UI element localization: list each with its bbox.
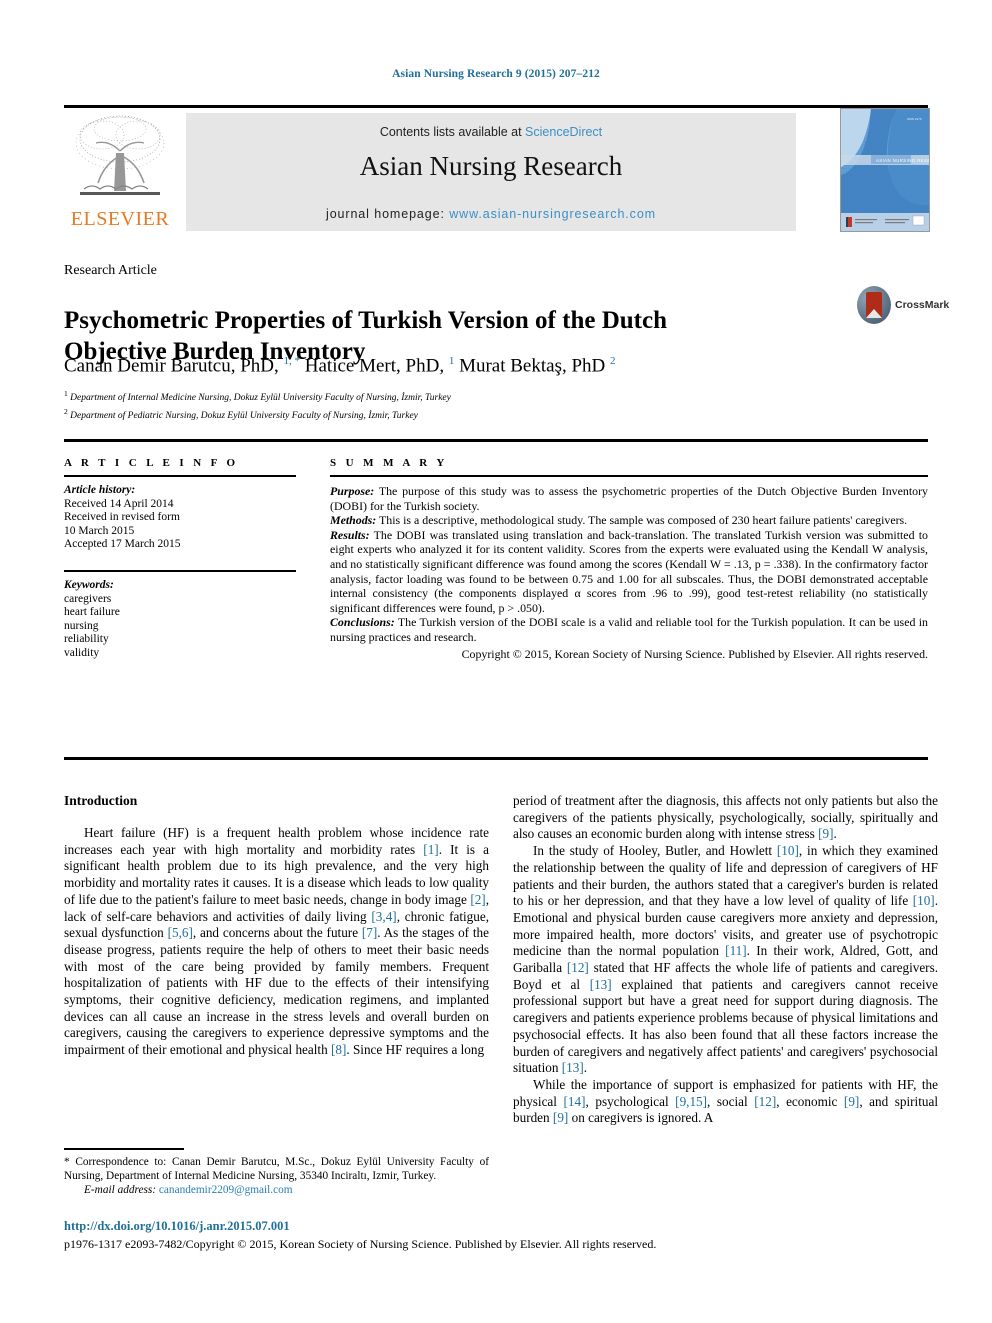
citation-ref[interactable]: [14] [564,1094,586,1109]
citation-ref[interactable]: [10] [913,893,935,908]
citation-ref[interactable]: [13] [590,977,612,992]
article-type: Research Article [64,263,157,278]
keywords-group: Keywords: caregivers heart failure nursi… [64,579,296,661]
elsevier-logo: ELSEVIER [64,113,176,231]
citation-ref[interactable]: [7] [362,925,377,940]
issn-copyright-line: p1976-1317 e2093-7482/Copyright © 2015, … [64,1237,657,1251]
citation-ref[interactable]: [9] [844,1094,859,1109]
article-info-column: A R T I C L E I N F O Article history: R… [64,457,296,661]
paper-page: Asian Nursing Research 9 (2015) 207–212 [0,0,992,1323]
masthead-panel: Contents lists available at ScienceDirec… [186,113,796,231]
sciencedirect-link[interactable]: ScienceDirect [525,125,602,139]
contents-line: Contents lists available at ScienceDirec… [186,125,796,139]
citation-ref[interactable]: [3,4] [371,909,396,924]
summary-copyright: Copyright © 2015, Korean Society of Nurs… [461,646,928,661]
citation-ref[interactable]: [2] [470,892,485,907]
summary-rule [330,475,928,477]
history-line: Received in revised form [64,511,180,524]
history-line: Received 14 April 2014 [64,497,174,510]
email-line: E-mail address: canandemir2209@gmail.com [64,1184,489,1196]
correspondence-footnote: * Correspondence to: Canan Demir Barutcu… [64,1148,489,1196]
email-link[interactable]: canandemir2209@gmail.com [159,1184,293,1196]
article-info-heading: A R T I C L E I N F O [64,457,239,469]
introduction-heading: Introduction [64,793,138,808]
body-paragraph: While the importance of support is empha… [513,1076,938,1126]
citation-ref[interactable]: [13] [562,1060,584,1075]
citation-ref[interactable]: [8] [331,1042,346,1057]
crossmark-icon [857,286,891,324]
summary-conclusions-label: Conclusions: [330,615,395,630]
summary-purpose-text: The purpose of this study was to assess … [330,484,928,513]
affiliation-1-text: Department of Internal Medicine Nursing,… [70,393,451,404]
citation-ref[interactable]: [1] [423,842,438,857]
correspondence-text: * Correspondence to: Canan Demir Barutcu… [64,1155,489,1182]
email-label: E-mail address: [84,1183,157,1196]
summary-column: S U M M A R Y Purpose: The purpose of th… [330,457,928,662]
body-paragraph: Heart failure (HF) is a frequent health … [64,825,489,1058]
keywords-rule [64,569,296,572]
citation-ref[interactable]: [9] [553,1110,568,1125]
info-block-bottom-rule [64,757,928,760]
homepage-url-link[interactable]: www.asian-nursingresearch.com [449,207,656,221]
summary-conclusions-text: The Turkish version of the DOBI scale is… [330,615,928,644]
history-line: 10 March 2015 [64,524,135,537]
citation-ref[interactable]: [12] [567,960,589,975]
keyword-item: caregivers [64,592,112,605]
crossmark-label: CrossMark [895,299,950,311]
body-paragraph: In the study of Hooley, Butler, and Howl… [513,843,939,1076]
affiliation-1: 1 Department of Internal Medicine Nursin… [64,389,451,404]
keyword-item: reliability [64,633,109,646]
keyword-item: nursing [64,619,99,632]
summary-methods-label: Methods: [330,513,377,528]
footnote-rule [64,1148,184,1150]
body-column-right: period of treatment after the diagnosis,… [513,793,938,1127]
journal-masthead: ELSEVIER Contents lists available at Sci… [64,105,930,233]
summary-purpose-label: Purpose: [330,484,375,498]
body-paragraph: period of treatment after the diagnosis,… [513,793,938,842]
citation-ref[interactable]: [10] [777,843,799,858]
running-head: Asian Nursing Research 9 (2015) 207–212 [392,68,600,80]
page-footer: http://dx.doi.org/10.1016/j.anr.2015.07.… [64,1219,928,1252]
keywords-label: Keywords: [64,578,114,591]
article-history-label: Article history: [64,484,136,496]
info-block-top-rule [64,439,928,442]
article-history: Article history: Received 14 April 2014 … [64,484,296,552]
citation-ref[interactable]: [11] [725,943,746,958]
body-column-left: Introduction Heart failure (HF) is a fre… [64,793,489,1059]
affiliation-2-text: Department of Pediatric Nursing, Dokuz E… [70,411,418,422]
crossmark-book-shape [866,292,882,318]
summary-results-label: Results: [330,527,370,542]
citation-ref[interactable]: [5,6] [168,925,193,940]
summary-results-text: The DOBI was translated using translatio… [330,527,928,615]
svg-text:ASIAN NURSING RESEARCH: ASIAN NURSING RESEARCH [876,158,929,163]
history-line: Accepted 17 March 2015 [64,538,181,551]
masthead-top-rule [64,105,928,108]
summary-heading: S U M M A R Y [330,457,448,469]
contents-prefix: Contents lists available at [379,125,526,139]
affiliation-2: 2 Department of Pediatric Nursing, Dokuz… [64,407,418,422]
journal-homepage-line: journal homepage: www.asian-nursingresea… [186,207,796,221]
doi-link[interactable]: http://dx.doi.org/10.1016/j.anr.2015.07.… [64,1219,928,1234]
crossmark-badge[interactable]: CrossMark [857,286,949,326]
elsevier-wordmark: ELSEVIER [70,208,170,230]
keyword-item: validity [64,646,100,659]
summary-methods-text: This is a descriptive, methodological st… [376,513,908,528]
journal-title: Asian Nursing Research [359,151,623,181]
affiliations: 1 Department of Internal Medicine Nursin… [64,387,864,423]
homepage-label: journal homepage: [326,207,450,221]
citation-ref[interactable]: [12] [754,1094,776,1109]
article-info-rule [64,475,296,477]
svg-text:ISSN 1976: ISSN 1976 [907,117,922,121]
journal-cover-thumbnail: ASIAN NURSING RESEARCH ISSN 1976 [840,108,930,232]
citation-ref[interactable]: [9,15] [675,1094,707,1109]
keyword-item: heart failure [64,606,120,619]
author-list: Canan Demir Barutcu, PhD, 1, * Hatice Me… [64,355,616,377]
citation-ref[interactable]: [9] [818,826,833,841]
summary-body: Purpose: The purpose of this study was t… [330,484,928,645]
elsevier-tree-icon [68,113,172,205]
